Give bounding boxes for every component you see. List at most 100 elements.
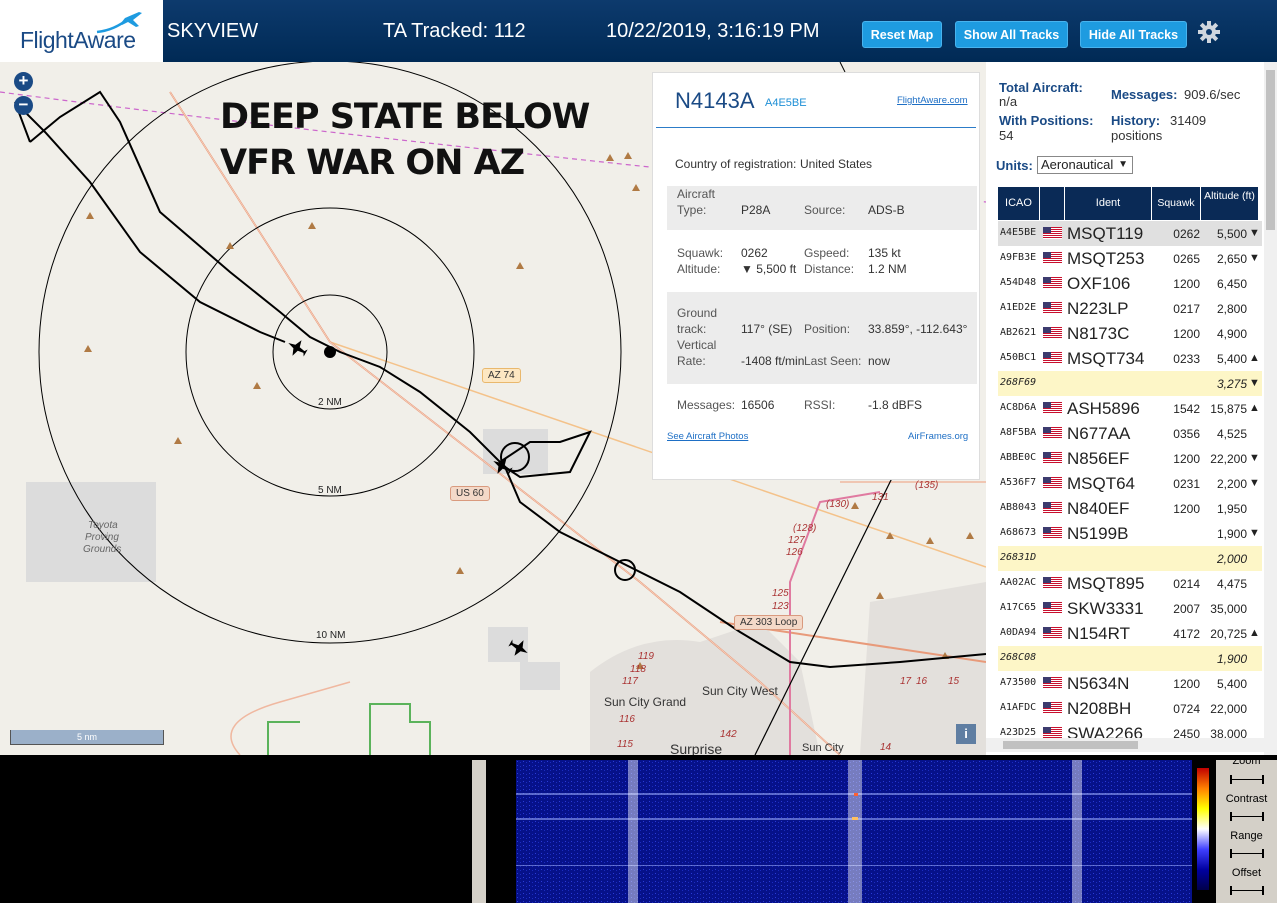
- squawk-cell: 2007: [1173, 602, 1200, 616]
- history-label: History:: [1111, 113, 1161, 128]
- table-row[interactable]: 268C08 1,900: [998, 646, 1262, 671]
- squawk-cell: 1200: [1173, 277, 1200, 291]
- altitude-cell: 22,200: [1210, 452, 1247, 466]
- total-aircraft-value: n/a: [999, 94, 1018, 109]
- col-flag[interactable]: [1040, 187, 1065, 220]
- icao-cell: 268C08: [1000, 652, 1037, 663]
- table-row[interactable]: AB2621 N8173C 1200 4,900: [998, 321, 1262, 346]
- lastseen-label: Last Seen:: [804, 354, 862, 368]
- table-row[interactable]: AC8D6A ASH5896 1542 15,875 ▲: [998, 396, 1262, 421]
- ident-cell: N856EF: [1067, 449, 1130, 468]
- table-row[interactable]: A8F5BA N677AA 0356 4,525: [998, 421, 1262, 446]
- contrast-slider[interactable]: [1230, 812, 1264, 821]
- us-flag-icon: [1043, 402, 1062, 414]
- road-number: 125: [772, 588, 789, 599]
- town-label: Sun City West: [702, 684, 778, 698]
- reset-map-button[interactable]: Reset Map: [862, 21, 942, 48]
- icao-cell: AB8043: [1000, 502, 1037, 513]
- table-row[interactable]: AA02AC MSQT895 0214 4,475: [998, 571, 1262, 596]
- table-row[interactable]: 268F69 3,275 ▼: [998, 371, 1262, 396]
- flightaware-logo[interactable]: FlightAware: [0, 0, 163, 62]
- altitude-cell: 22,000: [1210, 702, 1247, 716]
- squawk-cell: 1200: [1173, 327, 1200, 341]
- road-number: 115: [617, 739, 633, 750]
- zoom-in-button[interactable]: +: [14, 72, 33, 91]
- table-row[interactable]: ABBE0C N856EF 1200 22,200 ▼: [998, 446, 1262, 471]
- track-label: Ground: [677, 306, 718, 320]
- altitude-trend-icon: ▼: [1249, 452, 1260, 464]
- altitude-cell: 20,725: [1210, 627, 1247, 641]
- zoom-out-button[interactable]: −: [14, 96, 33, 115]
- table-row[interactable]: A1ED2E N223LP 0217 2,800: [998, 296, 1262, 321]
- table-row[interactable]: A9FB3E MSQT253 0265 2,650 ▼: [998, 246, 1262, 271]
- sdr-splitter[interactable]: [472, 760, 486, 903]
- offset-slider[interactable]: [1230, 886, 1264, 895]
- gear-icon[interactable]: [1197, 20, 1221, 44]
- road-number: 16: [916, 676, 928, 687]
- table-row[interactable]: A54D48 OXF106 1200 6,450: [998, 271, 1262, 296]
- col-altitude[interactable]: Altitude (ft): [1201, 187, 1259, 220]
- icao-cell: A4E5BE: [1000, 227, 1037, 238]
- table-row[interactable]: A536F7 MSQT64 0231 2,200 ▼: [998, 471, 1262, 496]
- track-label: track:: [677, 322, 707, 336]
- positions-value: 54: [999, 128, 1014, 143]
- road-shield-az303: AZ 303 Loop: [734, 615, 804, 630]
- table-row[interactable]: A0DA94 N154RT 4172 20,725 ▲: [998, 621, 1262, 646]
- squawk-cell: 1200: [1173, 502, 1200, 516]
- info-button[interactable]: i: [956, 724, 976, 744]
- table-row[interactable]: A68673 N5199B 1,900 ▼: [998, 521, 1262, 546]
- road-shield-az74: AZ 74: [482, 368, 521, 383]
- us-flag-icon: [1043, 452, 1062, 464]
- col-icao[interactable]: ICAO: [998, 187, 1040, 220]
- table-row[interactable]: A73500 N5634N 1200 5,400: [998, 671, 1262, 696]
- position-label: Position:: [804, 322, 851, 336]
- place-label: Grounds: [83, 544, 122, 555]
- road-number: 116: [619, 714, 635, 725]
- table-row[interactable]: A4E5BE MSQT119 0262 5,500 ▼: [998, 221, 1262, 246]
- distance-value: 1.2 NM: [868, 262, 907, 276]
- ident-cell: N840EF: [1067, 499, 1130, 518]
- units-select[interactable]: Aeronautical ▼: [1037, 156, 1133, 174]
- col-ident[interactable]: Ident: [1065, 187, 1152, 220]
- icao-cell: A536F7: [1000, 477, 1037, 488]
- squawk-cell: 0231: [1173, 477, 1200, 491]
- popup-callsign: N4143A: [675, 88, 755, 113]
- aircraft-photos-link[interactable]: See Aircraft Photos: [667, 431, 748, 442]
- airframes-link[interactable]: AirFrames.org: [908, 431, 968, 442]
- tracked-count: TA Tracked: 112: [383, 20, 526, 42]
- source-label: Source:: [804, 203, 846, 217]
- us-flag-icon: [1043, 227, 1062, 239]
- table-row[interactable]: AB8043 N840EF 1200 1,950: [998, 496, 1262, 521]
- squawk-cell: 1542: [1173, 402, 1200, 416]
- altitude-trend-icon: ▼: [1249, 527, 1260, 539]
- road-number: (135): [915, 480, 939, 491]
- horizontal-scroll-thumb[interactable]: [1003, 741, 1138, 749]
- distance-label: Distance:: [804, 262, 855, 276]
- road-number: 15: [948, 676, 960, 687]
- ident-cell: N8173C: [1067, 324, 1130, 343]
- us-flag-icon: [1043, 627, 1062, 639]
- ident-cell: N677AA: [1067, 424, 1131, 443]
- zoom-slider[interactable]: [1230, 775, 1264, 784]
- us-flag-icon: [1043, 527, 1062, 539]
- squawk-cell: 0265: [1173, 252, 1200, 266]
- table-row[interactable]: A1AFDC N208BH 0724 22,000: [998, 696, 1262, 721]
- table-row[interactable]: A17C65 SKW3331 2007 35,000: [998, 596, 1262, 621]
- us-flag-icon: [1043, 502, 1062, 514]
- squawk-cell: 0356: [1173, 427, 1200, 441]
- town-label: Sun City Grand: [604, 695, 687, 709]
- place-label: Proving: [85, 532, 119, 543]
- vertical-scroll-thumb[interactable]: [1266, 70, 1275, 230]
- show-all-tracks-button[interactable]: Show All Tracks: [955, 21, 1068, 48]
- scale-bar: 5 nm: [10, 730, 164, 745]
- altitude-trend-icon: ▼: [1249, 477, 1260, 489]
- range-slider[interactable]: [1230, 849, 1264, 858]
- site-name: SKYVIEW: [167, 20, 259, 42]
- waterfall-display[interactable]: [516, 760, 1192, 903]
- table-row[interactable]: 26831D 2,000: [998, 546, 1262, 571]
- road-number: 14: [880, 742, 892, 753]
- hide-all-tracks-button[interactable]: Hide All Tracks: [1080, 21, 1187, 48]
- flightaware-link[interactable]: FlightAware.com: [897, 95, 968, 106]
- col-squawk[interactable]: Squawk: [1152, 187, 1201, 220]
- table-row[interactable]: A50BC1 MSQT734 0233 5,400 ▲: [998, 346, 1262, 371]
